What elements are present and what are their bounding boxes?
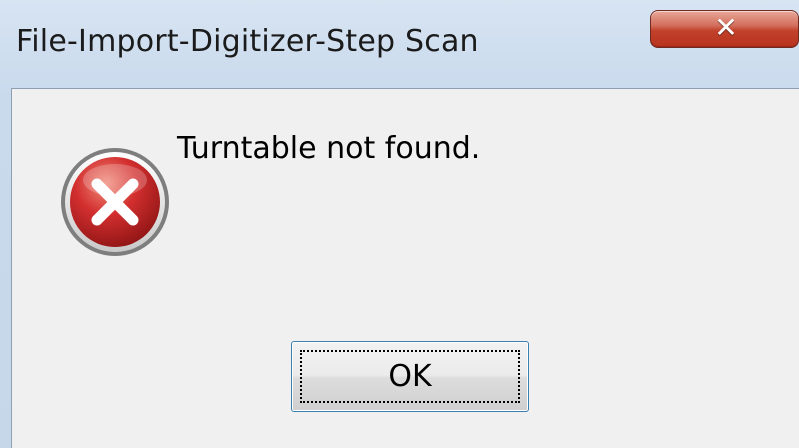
window-title: File-Import-Digitizer-Step Scan [16,24,479,59]
close-icon: ✕ [714,11,738,44]
title-bar[interactable]: File-Import-Digitizer-Step Scan ✕ [0,0,799,86]
ok-button-label: OK [388,359,432,394]
close-button[interactable]: ✕ [650,10,799,48]
dialog-client-area: Turntable not found. OK [11,88,799,448]
dialog-window: File-Import-Digitizer-Step Scan ✕ Turnta… [0,0,799,448]
error-icon [57,144,173,260]
ok-button[interactable]: OK [291,341,529,412]
error-message: Turntable not found. [177,131,481,166]
